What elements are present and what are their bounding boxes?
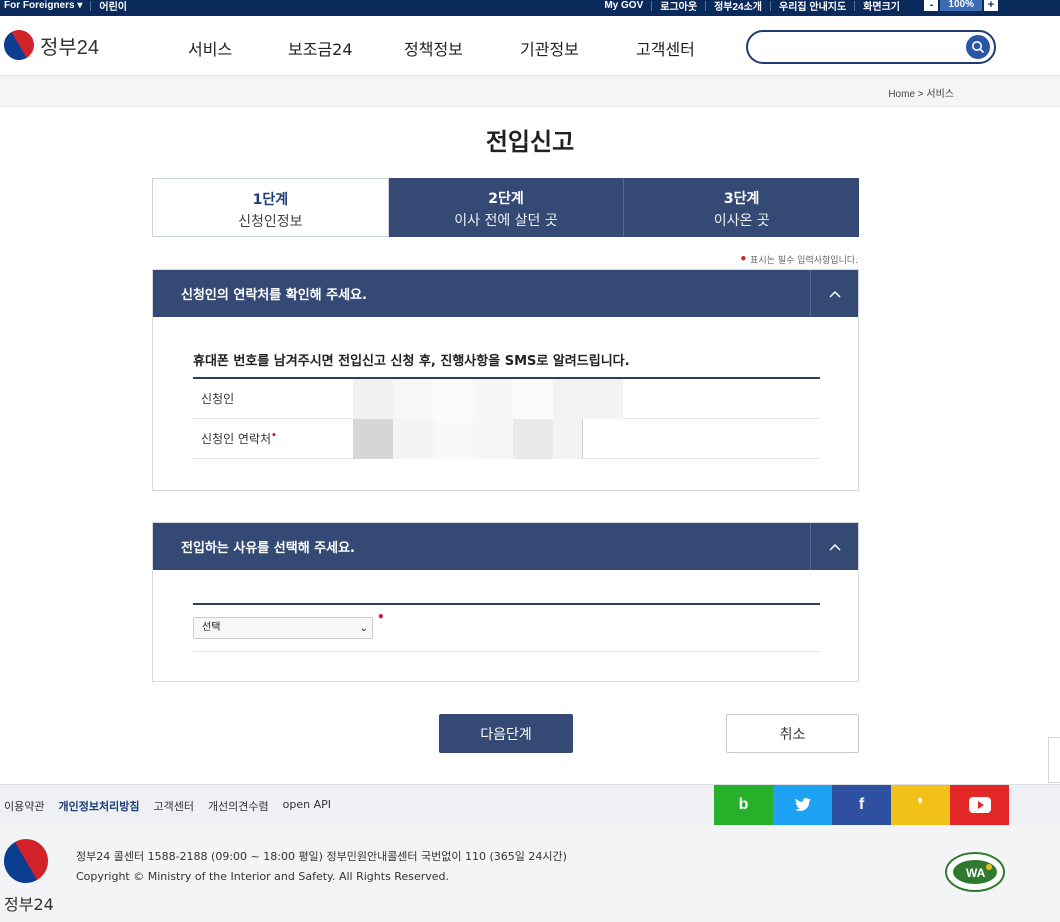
footer-link-privacy[interactable]: 개인정보처리방침 bbox=[58, 798, 139, 814]
step-number: 2단계 bbox=[488, 191, 524, 207]
step-indicator: 1단계 신청인정보 2단계 이사 전에 살던 곳 3단계 이사온 곳 bbox=[152, 178, 860, 237]
logout-link[interactable]: 로그아웃 bbox=[660, 0, 697, 13]
taegeuk-logo-icon bbox=[0, 830, 57, 892]
footer-logo: 정부24 bbox=[0, 830, 57, 915]
kakao-story-icon[interactable]: ❜ bbox=[891, 785, 950, 825]
chevron-up-icon bbox=[828, 543, 841, 551]
chevron-up-icon bbox=[828, 290, 841, 298]
reason-select-value: 선택 bbox=[202, 622, 221, 633]
nav-item-subsidy[interactable]: 보조금24 bbox=[288, 36, 404, 60]
web-accessibility-mark-icon: WA bbox=[945, 852, 1005, 892]
social-links: b f ❜ bbox=[714, 785, 1009, 825]
logo-text: 정부24 bbox=[40, 36, 100, 59]
table-row: 신청인 bbox=[193, 378, 820, 419]
step-label: 이사 전에 살던 곳 bbox=[454, 213, 558, 229]
main-nav: 서비스 보조금24 정책정보 기관정보 고객센터 bbox=[188, 36, 752, 60]
divider bbox=[90, 0, 92, 11]
contact-panel: 신청인의 연락처를 확인해 주세요. 휴대폰 번호를 남겨주시면 전입신고 신청… bbox=[152, 269, 859, 491]
mygov-link[interactable]: My GOV bbox=[604, 0, 643, 11]
step-label: 신청인정보 bbox=[238, 214, 303, 230]
divider bbox=[651, 0, 653, 11]
twitter-bird-icon bbox=[794, 798, 811, 811]
page-title: 전입신고 bbox=[485, 128, 575, 156]
search-input[interactable] bbox=[746, 30, 996, 64]
breadcrumb-bar: Home > 서비스 bbox=[0, 77, 1060, 107]
youtube-play-icon bbox=[968, 797, 991, 813]
cancel-button[interactable]: 취소 bbox=[726, 714, 859, 753]
reason-panel: 전입하는 사유를 선택해 주세요. 선택 ⌄ • bbox=[152, 522, 859, 682]
footer-link-support[interactable]: 고객센터 bbox=[153, 798, 193, 814]
site-logo[interactable]: 정부24 bbox=[0, 24, 100, 66]
step-label: 이사온 곳 bbox=[713, 213, 770, 229]
contact-panel-header: 신청인의 연락처를 확인해 주세요. bbox=[153, 270, 858, 317]
divider bbox=[854, 0, 856, 11]
nav-item-policy[interactable]: 정책정보 bbox=[404, 36, 520, 60]
search-icon bbox=[972, 41, 985, 54]
applicant-label: 신청인 bbox=[201, 392, 235, 406]
zoom-out-button[interactable]: - bbox=[924, 0, 939, 11]
nav-item-support[interactable]: 고객센터 bbox=[636, 36, 752, 60]
footer-logo-text: 정부24 bbox=[4, 895, 54, 914]
divider bbox=[705, 0, 707, 11]
footer-link-terms[interactable]: 이용약관 bbox=[4, 798, 44, 814]
screen-size-label: 화면크기 bbox=[863, 2, 900, 13]
top-utility-bar: For Foreigners ▾ 어린이 My GOV 로그아웃 정부24소개 … bbox=[0, 0, 1060, 16]
divider bbox=[770, 0, 771, 11]
twitter-icon[interactable] bbox=[773, 785, 832, 825]
zoom-value: 100% bbox=[940, 0, 982, 11]
footer-link-feedback[interactable]: 개선의견수렴 bbox=[208, 798, 269, 814]
applicant-contact-masked bbox=[353, 418, 583, 459]
nav-item-agency[interactable]: 기관정보 bbox=[520, 36, 636, 60]
required-marker-icon: • bbox=[739, 252, 748, 266]
step-2: 2단계 이사 전에 살던 곳 bbox=[388, 178, 625, 237]
blog-icon[interactable]: b bbox=[714, 785, 773, 825]
side-floating-tab[interactable] bbox=[1048, 737, 1060, 783]
applicant-contact-label-text: 신청인 연락처 bbox=[201, 432, 272, 446]
applicant-name-masked bbox=[353, 378, 623, 419]
search-button[interactable] bbox=[966, 35, 990, 59]
footer-link-openapi[interactable]: open API bbox=[283, 798, 331, 814]
table-row: 신청인 연락처• bbox=[193, 418, 820, 459]
callcenter-info: 정부24 콜센터 1588-2188 (09:00 ~ 18:00 평일) 정부… bbox=[76, 850, 567, 863]
svg-text:WA: WA bbox=[966, 866, 986, 880]
reason-select[interactable]: 선택 ⌄ bbox=[193, 617, 373, 639]
breadcrumb: Home > 서비스 bbox=[888, 89, 954, 100]
required-marker-icon: • bbox=[377, 610, 385, 624]
for-foreigners-link[interactable]: For Foreigners ▾ bbox=[4, 0, 82, 11]
main-header: 정부24 서비스 보조금24 정책정보 기관정보 고객센터 bbox=[0, 16, 1060, 76]
kids-link[interactable]: 어린이 bbox=[99, 0, 127, 13]
intro-link[interactable]: 정부24소개 bbox=[714, 0, 762, 13]
zoom-in-button[interactable]: + bbox=[984, 0, 998, 11]
divider bbox=[193, 651, 820, 652]
required-note: • 표시는 필수 입력사항입니다. bbox=[740, 252, 859, 266]
chevron-down-icon: ⌄ bbox=[359, 623, 368, 634]
collapse-toggle-button[interactable] bbox=[810, 270, 858, 317]
step-3: 3단계 이사온 곳 bbox=[624, 178, 860, 237]
reason-panel-header: 전입하는 사유를 선택해 주세요. bbox=[153, 523, 858, 570]
collapse-toggle-button[interactable] bbox=[810, 523, 858, 570]
sms-notice: 휴대폰 번호를 남겨주시면 전입신고 신청 후, 진행사항을 SMS로 알려드립… bbox=[193, 354, 630, 369]
copyright: Copyright © Ministry of the Interior and… bbox=[76, 870, 449, 883]
step-1: 1단계 신청인정보 bbox=[152, 178, 389, 237]
youtube-icon[interactable] bbox=[950, 785, 1009, 825]
contact-panel-title: 신청인의 연락처를 확인해 주세요. bbox=[181, 288, 367, 303]
step-number: 3단계 bbox=[723, 191, 760, 207]
guide-link[interactable]: 우리집 안내지도 bbox=[779, 0, 846, 13]
required-marker-icon: • bbox=[271, 431, 277, 441]
site-footer: 정부24 정부24 콜센터 1588-2188 (09:00 ~ 18:00 평… bbox=[0, 825, 1060, 922]
applicant-contact-label: 신청인 연락처• bbox=[193, 430, 353, 447]
required-note-text: 표시는 필수 입력사항입니다. bbox=[750, 256, 858, 266]
taegeuk-logo-icon bbox=[0, 24, 40, 66]
reason-panel-title: 전입하는 사유를 선택해 주세요. bbox=[181, 541, 355, 556]
step-number: 1단계 bbox=[252, 192, 289, 208]
nav-item-services[interactable]: 서비스 bbox=[188, 36, 288, 60]
footer-links-bar: 이용약관 개인정보처리방침 고객센터 개선의견수렴 open API b f ❜ bbox=[0, 784, 1060, 825]
next-step-button[interactable]: 다음단계 bbox=[439, 714, 573, 753]
applicant-info-table: 신청인 신청인 연락처• bbox=[193, 377, 820, 459]
footer-info: 정부24 콜센터 1588-2188 (09:00 ~ 18:00 평일) 정부… bbox=[76, 847, 567, 887]
reason-select-area: 선택 ⌄ • bbox=[193, 603, 820, 652]
zoom-control: - 100% + bbox=[924, 0, 998, 11]
facebook-icon[interactable]: f bbox=[832, 785, 891, 825]
